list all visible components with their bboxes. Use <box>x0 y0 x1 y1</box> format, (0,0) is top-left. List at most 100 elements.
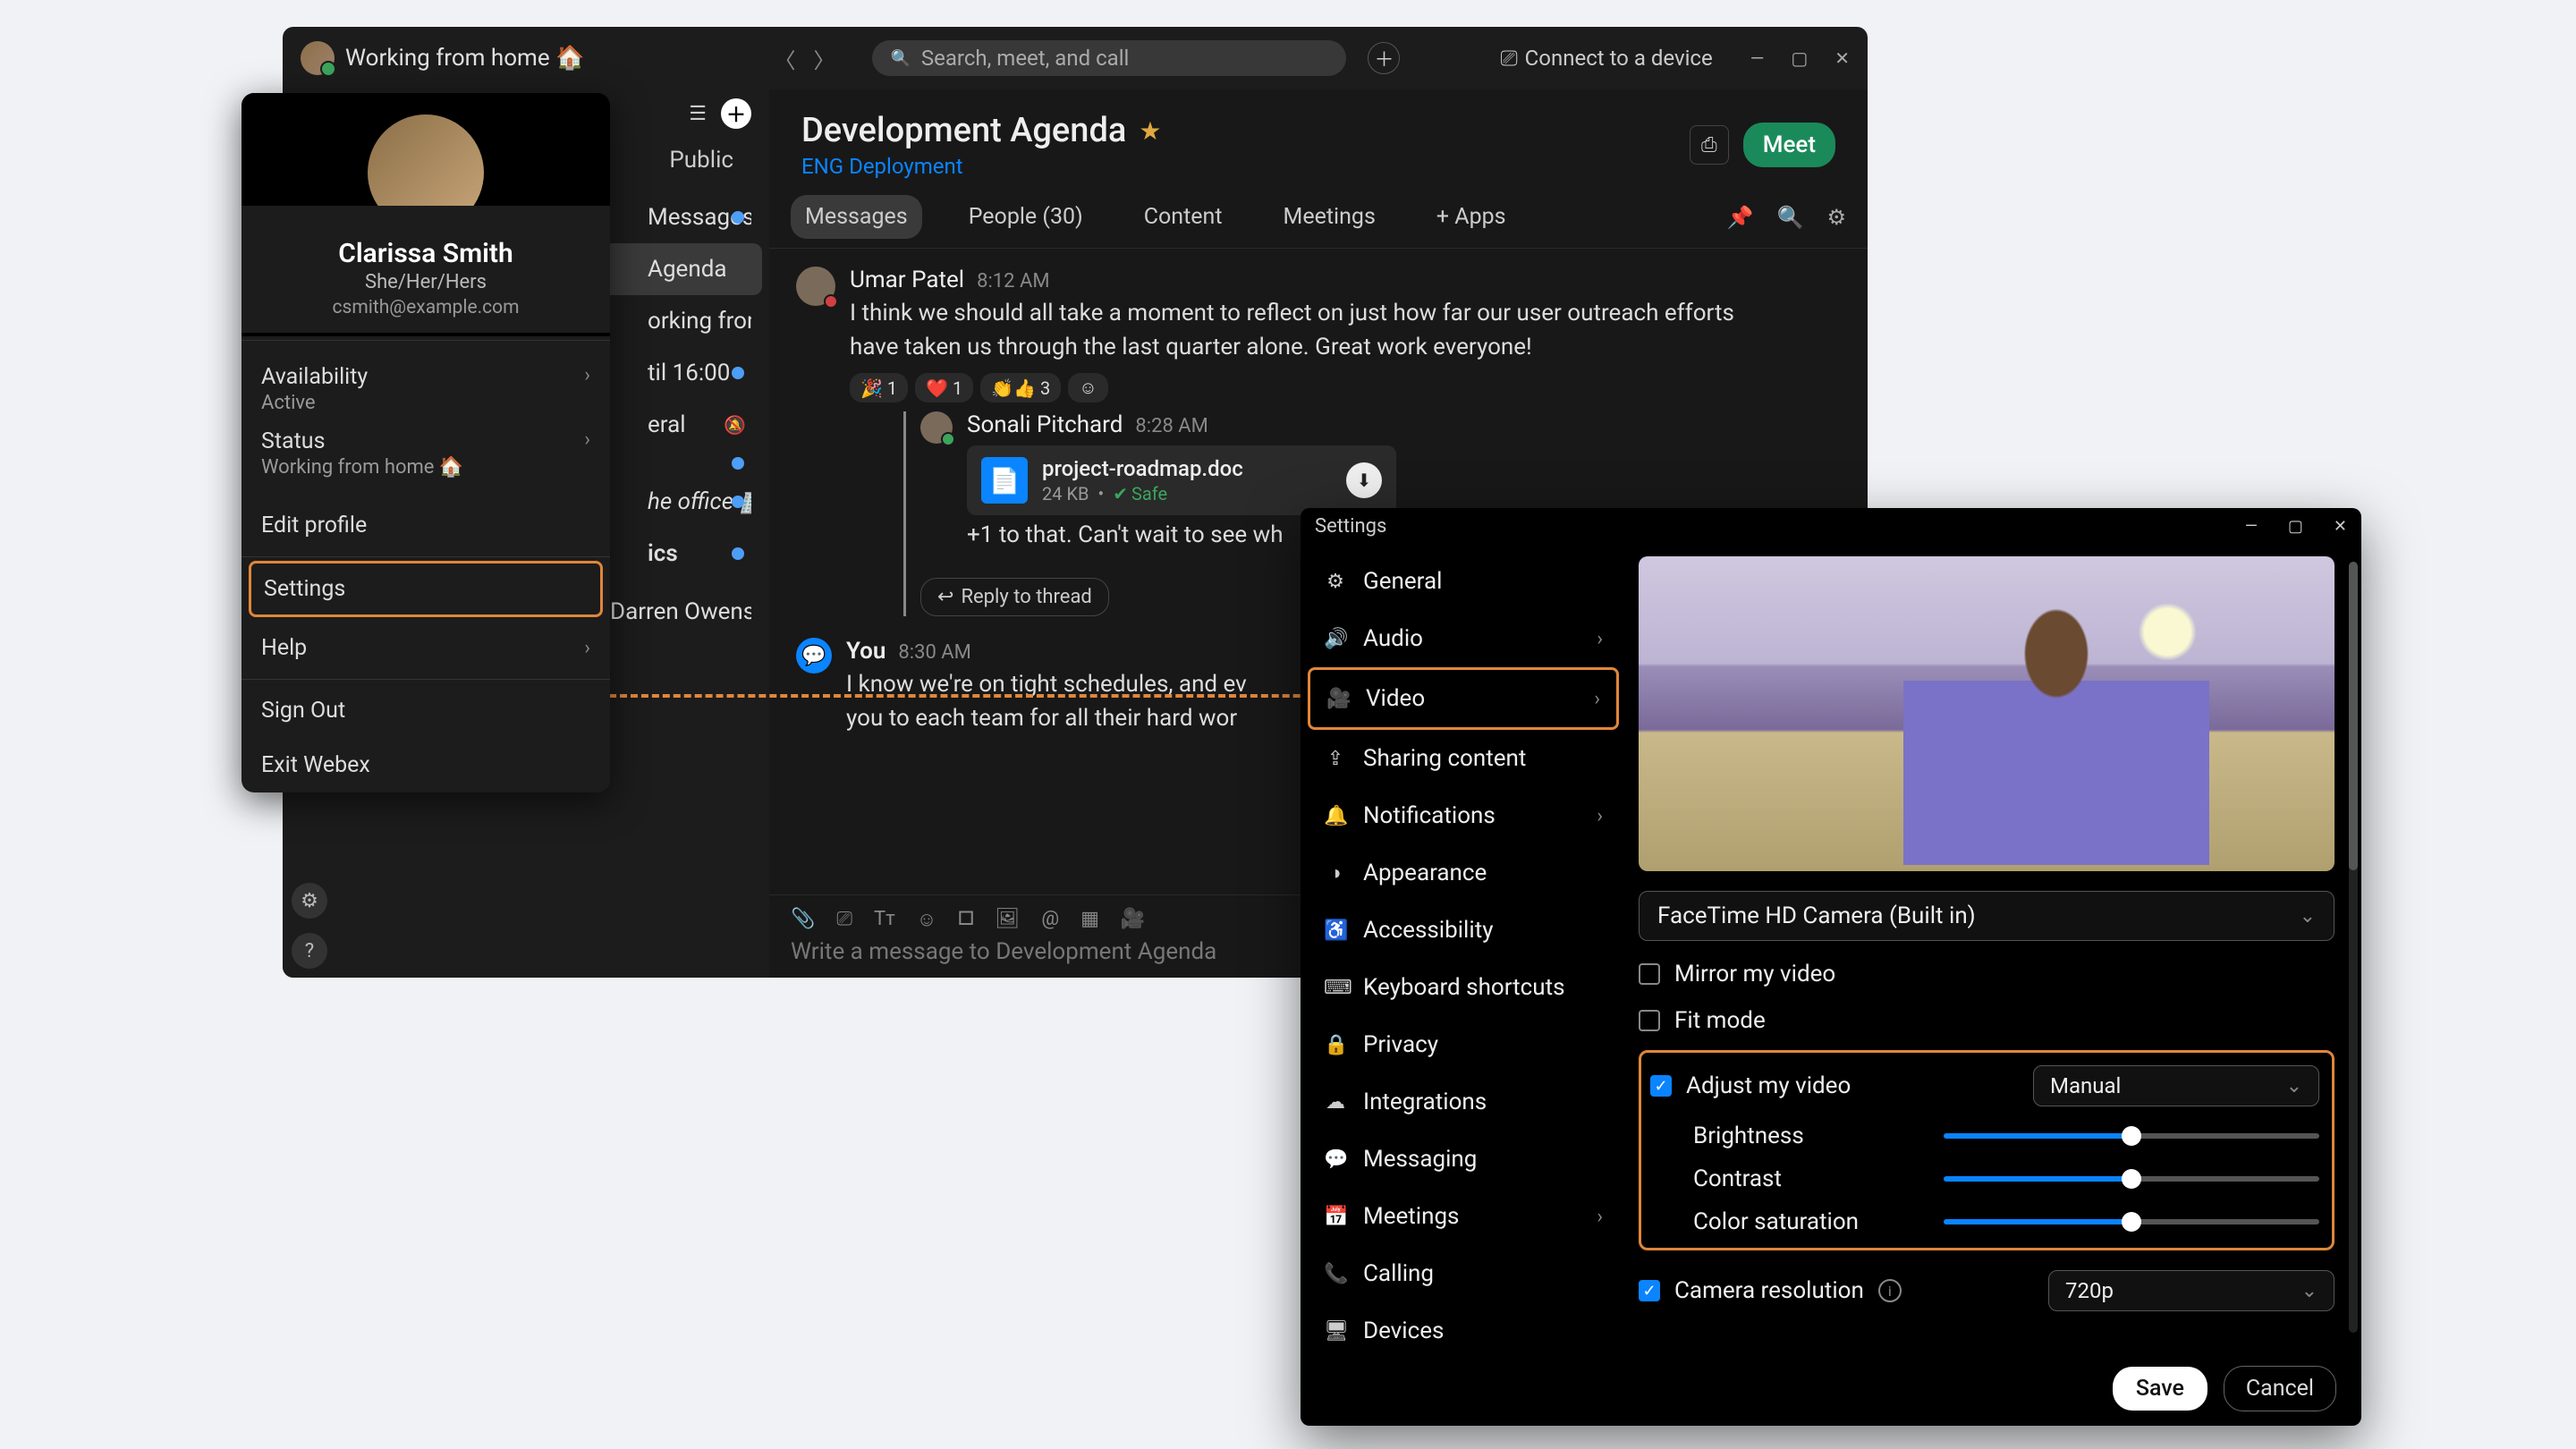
reaction[interactable]: 👏👍 3 <box>980 373 1061 402</box>
tab-messages[interactable]: Messages <box>791 195 922 239</box>
help-item[interactable]: Help› <box>242 621 610 675</box>
add-reaction[interactable]: ☺ <box>1068 373 1107 402</box>
nav-privacy[interactable]: 🔒Privacy <box>1308 1016 1619 1073</box>
appearance-icon: ◑ <box>1324 861 1347 885</box>
tab-content[interactable]: Content <box>1130 195 1237 239</box>
team-link[interactable]: ENG Deployment <box>801 154 1161 179</box>
calendar-icon: 📅 <box>1324 1206 1347 1228</box>
user-status[interactable]: Working from home 🏠 <box>345 45 584 72</box>
save-button[interactable]: Save <box>2113 1367 2207 1411</box>
nav-calling[interactable]: 📞Calling <box>1308 1245 1619 1302</box>
nav-audio[interactable]: 🔊Audio› <box>1308 610 1619 667</box>
close-icon[interactable]: ✕ <box>2334 517 2347 536</box>
availability-row[interactable]: Availability› Active <box>261 357 590 421</box>
lock-icon: 🔒 <box>1324 1034 1347 1056</box>
avatar[interactable] <box>796 267 835 306</box>
search-placeholder: Search, meet, and call <box>921 46 1130 71</box>
markdown-icon[interactable]: ▦ <box>1080 908 1099 931</box>
mention-icon[interactable]: @ <box>1041 908 1059 931</box>
fit-checkbox[interactable]: Fit mode <box>1639 1007 2334 1034</box>
nav-video[interactable]: 🎥Video› <box>1308 667 1619 730</box>
video-icon[interactable]: 🎥 <box>1121 908 1145 931</box>
download-icon[interactable]: ⬇ <box>1346 462 1382 498</box>
chevron-down-icon: ⌄ <box>2286 1075 2302 1097</box>
nav-meetings[interactable]: 📅Meetings› <box>1308 1188 1619 1245</box>
tab-public[interactable]: Public <box>669 138 733 182</box>
maximize-icon[interactable]: ▢ <box>2288 517 2303 536</box>
gear-icon[interactable]: ⚙ <box>1826 205 1846 230</box>
new-button[interactable]: ＋ <box>1368 42 1400 74</box>
nav-messaging[interactable]: 💬Messaging <box>1308 1131 1619 1188</box>
filter-icon[interactable]: ☰ <box>689 103 707 125</box>
emoji-icon[interactable]: ☺ <box>917 908 936 931</box>
bitmoji-icon[interactable]: 🖼 <box>995 908 1020 931</box>
unread-dot <box>732 367 744 379</box>
chevron-right-icon: › <box>1597 805 1603 827</box>
chevron-right-icon: › <box>584 637 590 659</box>
phone-icon: 📞 <box>1324 1263 1347 1285</box>
nav-general[interactable]: ⚙General <box>1308 553 1619 610</box>
reply-thread-button[interactable]: ↩ Reply to thread <box>920 578 1109 616</box>
mirror-checkbox[interactable]: Mirror my video <box>1639 961 2334 987</box>
tab-meetings[interactable]: Meetings <box>1269 195 1390 239</box>
sign-out-item[interactable]: Sign Out <box>242 683 610 738</box>
user-avatar[interactable] <box>301 41 335 75</box>
nav-sharing[interactable]: ⇪Sharing content <box>1308 730 1619 787</box>
help-icon[interactable]: ? <box>292 933 327 969</box>
contrast-slider[interactable] <box>1944 1176 2319 1182</box>
bell-icon: 🔔 <box>1324 805 1347 827</box>
check-icon: ✔ <box>1113 483 1128 504</box>
reaction[interactable]: ❤️ 1 <box>915 373 973 402</box>
search-icon[interactable]: 🔍 <box>1777 205 1804 230</box>
saturation-slider[interactable] <box>1944 1219 2319 1224</box>
nav-accessibility[interactable]: ♿Accessibility <box>1308 902 1619 959</box>
adjust-checkbox[interactable]: ✓ <box>1650 1075 1672 1097</box>
connect-device[interactable]: ⎚ Connect to a device <box>1500 46 1712 71</box>
scrollbar[interactable] <box>2349 562 2358 1333</box>
nav-appearance[interactable]: ◑Appearance <box>1308 844 1619 902</box>
camera-select[interactable]: FaceTime HD Camera (Built in)⌄ <box>1639 891 2334 941</box>
add-space-button[interactable]: ＋ <box>721 98 751 129</box>
file-icon: 📄 <box>981 457 1028 504</box>
info-icon[interactable]: i <box>1878 1279 1902 1302</box>
resolution-select[interactable]: 720p⌄ <box>2048 1270 2334 1311</box>
tab-apps[interactable]: + Apps <box>1422 195 1521 239</box>
nav-integrations[interactable]: ☁Integrations <box>1308 1073 1619 1131</box>
maximize-icon[interactable]: ▢ <box>1791 47 1808 69</box>
attach-icon[interactable]: 📎 <box>791 908 815 931</box>
gear-icon: ⚙ <box>1324 571 1347 593</box>
chevron-right-icon: › <box>584 364 590 390</box>
pin-icon[interactable]: 📌 <box>1727 205 1754 230</box>
format-icon[interactable]: Tт <box>874 908 895 931</box>
chevron-right-icon: › <box>1597 1206 1603 1228</box>
resolution-checkbox[interactable]: ✓ <box>1639 1280 1660 1301</box>
cancel-button[interactable]: Cancel <box>2224 1366 2336 1411</box>
edit-profile-item[interactable]: Edit profile <box>242 498 610 553</box>
minimize-icon[interactable]: — <box>2245 517 2258 536</box>
nav-notifications[interactable]: 🔔Notifications› <box>1308 787 1619 844</box>
nav-forward-icon[interactable]: 〉 <box>813 43 835 74</box>
settings-title: Settings <box>1315 515 1386 538</box>
meet-button[interactable]: Meet <box>1743 123 1835 167</box>
avatar[interactable] <box>920 411 953 444</box>
exit-item[interactable]: Exit Webex <box>242 738 610 792</box>
device-icon: 🖥 <box>1324 1320 1347 1343</box>
file-attachment[interactable]: 📄 project-roadmap.doc 24 KB•✔Safe ⬇ <box>967 445 1396 515</box>
gif-icon[interactable]: 🞐 <box>958 908 973 931</box>
settings-item[interactable]: Settings <box>249 561 603 617</box>
screenshot-icon[interactable]: ⎙ <box>1690 125 1729 165</box>
reaction[interactable]: 🎉 1 <box>850 373 908 402</box>
minimize-icon[interactable]: — <box>1750 47 1765 69</box>
close-icon[interactable]: ✕ <box>1835 47 1850 69</box>
screenshot-icon[interactable]: ⎚ <box>836 908 852 931</box>
search-input[interactable]: 🔍 Search, meet, and call <box>872 40 1346 76</box>
adjust-mode-select[interactable]: Manual⌄ <box>2033 1065 2319 1106</box>
star-icon[interactable]: ★ <box>1139 116 1161 146</box>
nav-shortcuts[interactable]: ⌨Keyboard shortcuts <box>1308 959 1619 1016</box>
nav-back-icon[interactable]: 〈 <box>774 43 795 74</box>
gear-icon[interactable]: ⚙ <box>292 883 327 919</box>
status-row[interactable]: Status› Working from home 🏠 <box>261 421 590 486</box>
brightness-slider[interactable] <box>1944 1133 2319 1139</box>
tab-people[interactable]: People (30) <box>954 195 1097 239</box>
nav-devices[interactable]: 🖥Devices <box>1308 1302 1619 1351</box>
